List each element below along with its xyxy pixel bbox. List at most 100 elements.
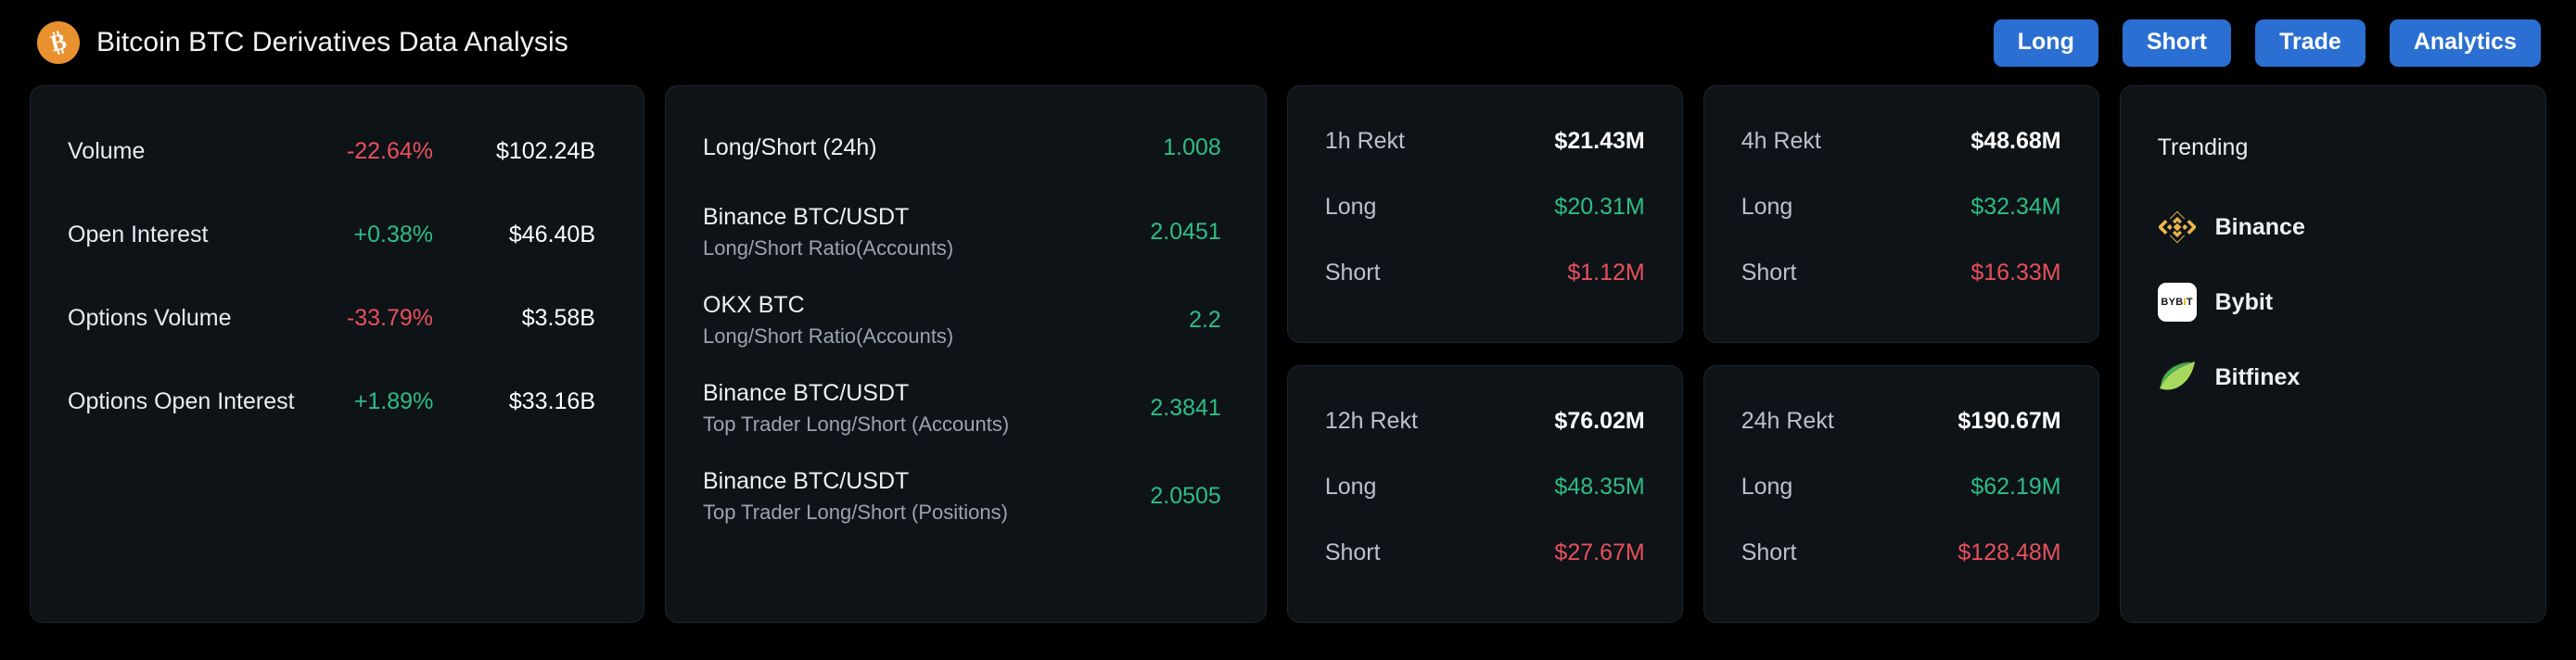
ratio-row: OKX BTC Long/Short Ratio(Accounts) 2.2: [703, 292, 1221, 349]
rekt-long-line: Long $48.35M: [1325, 474, 1645, 501]
rekt-long-line: Long $62.19M: [1741, 474, 2061, 501]
rekt-row-bottom: 12h Rekt $76.02M Long $48.35M Short $27.…: [1286, 365, 2099, 623]
ratio-text: Long/Short (24h): [703, 134, 877, 161]
trending-item-bitfinex[interactable]: Bitfinex: [2158, 358, 2508, 397]
rekt-total-value: $76.02M: [1554, 408, 1645, 434]
ratio-name: Binance BTC/USDT: [703, 380, 910, 406]
ratio-value: 1.008: [1163, 134, 1221, 160]
trending-item-label: Binance: [2214, 213, 2305, 240]
rekt-total-line: 1h Rekt $21.43M: [1325, 128, 1645, 155]
ratio-value: 2.2: [1189, 307, 1221, 333]
rekt-total-value: $21.43M: [1554, 128, 1645, 154]
rekt-total-line: 24h Rekt $190.67M: [1741, 408, 2061, 435]
rekt-total-line: 4h Rekt $48.68M: [1741, 128, 2061, 155]
rekt-long-line: Long $32.34M: [1741, 194, 2061, 221]
rekt-short-line: Short $16.33M: [1741, 260, 2061, 286]
metric-change: +1.89%: [353, 388, 434, 414]
rekt-card-1h: 1h Rekt $21.43M Long $20.31M Short $1.12…: [1286, 85, 1683, 343]
rekt-long-label: Long: [1324, 474, 1377, 500]
ratio-name: Binance BTC/USDT: [703, 468, 910, 494]
ratio-subtitle: Top Trader Long/Short (Positions): [703, 501, 1008, 524]
ratio-name: Long/Short (24h): [703, 134, 877, 160]
ratio-row: Binance BTC/USDT Top Trader Long/Short (…: [703, 468, 1221, 525]
rekt-total-line: 12h Rekt $76.02M: [1325, 408, 1645, 435]
rekt-short-value: $16.33M: [1970, 260, 2061, 286]
rekt-short-label: Short: [1741, 260, 1797, 286]
rekt-period-label: 24h Rekt: [1741, 408, 1834, 434]
metric-row: Options Volume -33.79% $3.58B: [68, 305, 595, 332]
binance-icon: [2158, 208, 2197, 247]
rekt-long-label: Long: [1324, 194, 1377, 220]
ratio-value: 2.0505: [1150, 483, 1221, 509]
rekt-period-label: 12h Rekt: [1324, 408, 1418, 434]
page-header: B Bitcoin BTC Derivatives Data Analysis …: [20, 0, 2556, 85]
rekt-card-24h: 24h Rekt $190.67M Long $62.19M Short $12…: [1702, 365, 2099, 623]
short-button[interactable]: Short: [2122, 19, 2232, 67]
ratio-subtitle: Long/Short Ratio(Accounts): [703, 236, 954, 260]
metric-value: $33.16B: [508, 388, 595, 414]
ratio-subtitle: Long/Short Ratio(Accounts): [703, 324, 954, 348]
rekt-total-value: $48.68M: [1970, 128, 2061, 154]
rekt-total-value: $190.67M: [1958, 408, 2061, 434]
metric-change: -33.79%: [346, 305, 433, 331]
ratio-row: Long/Short (24h) 1.008: [703, 134, 1221, 161]
analytics-button[interactable]: Analytics: [2389, 19, 2541, 67]
rekt-row-top: 1h Rekt $21.43M Long $20.31M Short $1.12…: [1286, 85, 2099, 343]
metric-label: Options Volume: [68, 305, 232, 331]
page-title: Bitcoin BTC Derivatives Data Analysis: [96, 27, 568, 57]
rekt-long-label: Long: [1741, 474, 1793, 500]
metric-row: Volume -22.64% $102.24B: [68, 138, 595, 165]
ratio-row: Binance BTC/USDT Long/Short Ratio(Accoun…: [703, 204, 1221, 260]
bybit-icon: BYB I T: [2157, 283, 2197, 322]
ratio-text: Binance BTC/USDT Long/Short Ratio(Accoun…: [703, 204, 953, 260]
long-short-ratios-card: Long/Short (24h) 1.008 Binance BTC/USDT …: [665, 85, 1267, 623]
rekt-short-line: Short $128.48M: [1741, 539, 2061, 566]
rekt-long-value: $48.35M: [1554, 474, 1645, 500]
rekt-long-value: $32.34M: [1970, 194, 2061, 220]
trade-button[interactable]: Trade: [2255, 19, 2366, 67]
rekt-short-value: $27.67M: [1554, 539, 1645, 565]
market-metrics-card: Volume -22.64% $102.24B Open Interest +0…: [30, 85, 644, 623]
metric-value: $46.40B: [508, 222, 595, 248]
metric-change: -22.64%: [346, 138, 433, 164]
metric-label: Options Open Interest: [68, 388, 295, 414]
ratio-name: OKX BTC: [703, 292, 805, 318]
rekt-long-label: Long: [1741, 194, 1793, 220]
metric-label: Volume: [68, 138, 146, 164]
bitfinex-icon: [2158, 358, 2197, 397]
rekt-card-4h: 4h Rekt $48.68M Long $32.34M Short $16.3…: [1702, 85, 2099, 343]
rekt-period-label: 1h Rekt: [1324, 128, 1405, 154]
trending-item-bybit[interactable]: BYB I T Bybit: [2157, 283, 2508, 322]
rekt-short-label: Short: [1324, 260, 1381, 286]
trending-card: Trending Binance BYB I T Bybit Bitfinex: [2119, 85, 2547, 623]
rekt-long-value: $20.31M: [1554, 194, 1645, 220]
ratio-text: OKX BTC Long/Short Ratio(Accounts): [703, 292, 953, 349]
metric-row: Options Open Interest +1.89% $33.16B: [68, 388, 595, 415]
rekt-short-value: $1.12M: [1567, 260, 1645, 286]
bybit-mark-part1: BYB: [2161, 297, 2184, 308]
bitcoin-icon: B: [37, 21, 80, 64]
trending-item-label: Bybit: [2214, 288, 2274, 315]
header-actions: Long Short Trade Analytics: [1993, 19, 2541, 67]
rekt-long-line: Long $20.31M: [1325, 194, 1645, 221]
dashboard-grid: Volume -22.64% $102.24B Open Interest +0…: [20, 85, 2556, 623]
rekt-period-label: 4h Rekt: [1741, 128, 1821, 154]
rekt-card-12h: 12h Rekt $76.02M Long $48.35M Short $27.…: [1286, 365, 1683, 623]
ratio-text: Binance BTC/USDT Top Trader Long/Short (…: [703, 468, 1008, 525]
long-button[interactable]: Long: [1993, 19, 2098, 67]
ratio-subtitle: Top Trader Long/Short (Accounts): [703, 412, 1010, 436]
title-group: B Bitcoin BTC Derivatives Data Analysis: [37, 21, 568, 64]
metric-row: Open Interest +0.38% $46.40B: [68, 222, 595, 248]
rekt-cards-column: 1h Rekt $21.43M Long $20.31M Short $1.12…: [1286, 85, 2099, 623]
bybit-wordmark: BYB I T: [2157, 283, 2197, 322]
rekt-short-line: Short $27.67M: [1325, 539, 1645, 566]
rekt-short-line: Short $1.12M: [1325, 260, 1645, 286]
metric-label: Open Interest: [68, 222, 209, 248]
rekt-long-value: $62.19M: [1970, 474, 2061, 500]
trending-title: Trending: [2157, 134, 2249, 160]
trending-item-binance[interactable]: Binance: [2158, 208, 2508, 247]
ratio-value: 2.0451: [1150, 219, 1221, 245]
metric-value: $102.24B: [495, 138, 595, 164]
ratio-row: Binance BTC/USDT Top Trader Long/Short (…: [703, 380, 1221, 437]
metric-change: +0.38%: [353, 222, 434, 248]
